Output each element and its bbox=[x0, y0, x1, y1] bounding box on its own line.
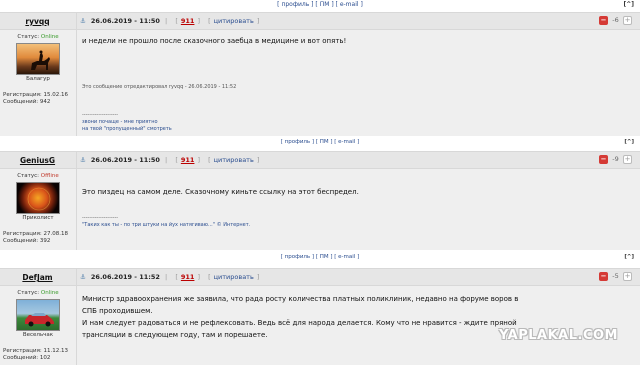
car-icon bbox=[25, 313, 54, 327]
post-rating: − -5 + bbox=[599, 272, 632, 283]
avatar[interactable] bbox=[16, 299, 60, 331]
signature-line: "Таких как ты - по три штуки на йух натя… bbox=[82, 222, 251, 228]
signature-divider: -------------------- bbox=[82, 215, 119, 221]
edit-note: Это сообщение отредактировал ryvqq - 26.… bbox=[82, 84, 237, 90]
vote-up-button[interactable]: + bbox=[623, 155, 632, 164]
horse-rider-icon bbox=[31, 50, 50, 70]
rating-value: -9 bbox=[612, 155, 619, 163]
post-footer-nav: [ профиль ] [ ПМ ] [ e-mail ] [^] bbox=[0, 252, 640, 263]
user-panel: Статус: Online Весельчак Регистрация: 11… bbox=[0, 290, 76, 362]
profile-link[interactable]: профиль bbox=[285, 254, 311, 260]
avatar[interactable] bbox=[16, 182, 60, 214]
post-text-line: трансляции в следующем году, там и пореш… bbox=[82, 331, 268, 339]
post-number[interactable]: 911 bbox=[181, 17, 195, 25]
user-status: Статус: Online bbox=[17, 290, 59, 296]
post-anchor-icon[interactable]: ⚓ bbox=[80, 156, 86, 164]
user-status: Статус: Online bbox=[17, 34, 59, 40]
profile-link[interactable]: профиль bbox=[285, 139, 311, 145]
post-rating: − -6 + bbox=[599, 16, 632, 27]
user-panel: Статус: Online Балагур Регистрация: 15.0… bbox=[0, 34, 76, 106]
user-stats: Регистрация: 27.08.18 Сообщений: 392 bbox=[3, 231, 68, 244]
signature-divider: -------------------- bbox=[82, 112, 119, 118]
post-number[interactable]: 911 bbox=[181, 273, 195, 281]
avatar[interactable] bbox=[16, 43, 60, 75]
post-meta: ⚓ 26.06.2019 - 11:50 | [911] [цитировать… bbox=[80, 156, 260, 164]
vote-down-button[interactable]: − bbox=[599, 155, 608, 164]
vote-down-button[interactable]: − bbox=[599, 272, 608, 281]
pm-link[interactable]: ПМ bbox=[320, 139, 329, 145]
pm-link[interactable]: ПМ bbox=[320, 254, 329, 260]
post-rating: − -9 + bbox=[599, 155, 632, 166]
post-text: и недели не прошло после сказочного заеб… bbox=[82, 37, 347, 45]
scroll-up-button[interactable]: [^] bbox=[624, 137, 634, 148]
post-date: 26.06.2019 - 11:50 bbox=[90, 17, 160, 25]
post-date: 26.06.2019 - 11:52 bbox=[90, 273, 160, 281]
planet-icon bbox=[27, 187, 51, 211]
user-stats: Регистрация: 11.12.13 Сообщений: 102 bbox=[3, 348, 68, 361]
site-watermark: YAPLAKAL.COM bbox=[499, 328, 618, 343]
quote-link[interactable]: цитировать bbox=[214, 273, 254, 281]
scroll-up-button[interactable]: [^] bbox=[624, 252, 634, 263]
rating-value: -6 bbox=[612, 16, 619, 24]
user-status: Статус: Offline bbox=[17, 173, 59, 179]
forum-post: ryvqq ⚓ 26.06.2019 - 11:50 | [911] [цити… bbox=[0, 12, 640, 136]
user-rank: Балагур bbox=[26, 76, 50, 82]
post-meta: ⚓ 26.06.2019 - 11:50 | [911] [цитировать… bbox=[80, 17, 260, 25]
post-footer-nav: [ профиль ] [ ПМ ] [ e-mail ] [^] bbox=[0, 137, 640, 148]
post-author[interactable]: DefJam bbox=[0, 269, 75, 286]
post-author[interactable]: ryvqq bbox=[0, 13, 75, 30]
post-text: Министр здравоохранения же заявила, что … bbox=[82, 293, 518, 341]
user-stats: Регистрация: 15.02.16 Сообщений: 942 bbox=[3, 92, 68, 105]
user-rank: Приколист bbox=[22, 215, 54, 221]
post-text-line: И нам следует радоваться и не рефлексова… bbox=[82, 319, 517, 327]
top-nav-bar: [ профиль ] [ ПМ ] [ e-mail ] [^] bbox=[0, 0, 640, 12]
post-number[interactable]: 911 bbox=[181, 156, 195, 164]
post-anchor-icon[interactable]: ⚓ bbox=[80, 17, 86, 25]
email-link[interactable]: e-mail bbox=[340, 1, 359, 8]
rating-value: -5 bbox=[612, 272, 619, 280]
post-author[interactable]: GeniusG bbox=[0, 152, 75, 169]
forum-post: GeniusG ⚓ 26.06.2019 - 11:50 | [911] [ци… bbox=[0, 151, 640, 250]
signature-line: на твой "пропущенный" смотреть bbox=[82, 126, 172, 132]
vote-down-button[interactable]: − bbox=[599, 16, 608, 25]
vote-up-button[interactable]: + bbox=[623, 272, 632, 281]
email-link[interactable]: e-mail bbox=[338, 254, 355, 260]
vote-up-button[interactable]: + bbox=[623, 16, 632, 25]
post-header: ryvqq ⚓ 26.06.2019 - 11:50 | [911] [цити… bbox=[0, 13, 640, 30]
forum-post: DefJam ⚓ 26.06.2019 - 11:52 | [911] [цит… bbox=[0, 268, 640, 365]
user-panel: Статус: Offline Приколист Регистрация: 2… bbox=[0, 173, 76, 245]
post-date: 26.06.2019 - 11:50 bbox=[90, 156, 160, 164]
quote-link[interactable]: цитировать bbox=[214, 156, 254, 164]
post-header: DefJam ⚓ 26.06.2019 - 11:52 | [911] [цит… bbox=[0, 269, 640, 286]
user-rank: Весельчак bbox=[22, 332, 54, 338]
post-text-line: Министр здравоохранения же заявила, что … bbox=[82, 295, 519, 303]
post-meta: ⚓ 26.06.2019 - 11:52 | [911] [цитировать… bbox=[80, 273, 260, 281]
scroll-up-button[interactable]: [^] bbox=[623, 0, 634, 10]
post-anchor-icon[interactable]: ⚓ bbox=[80, 273, 86, 281]
post-header: GeniusG ⚓ 26.06.2019 - 11:50 | [911] [ци… bbox=[0, 152, 640, 169]
profile-link[interactable]: профиль bbox=[281, 1, 309, 8]
signature-line: звони почаще - мне приятно bbox=[82, 119, 158, 125]
pm-link[interactable]: ПМ bbox=[320, 1, 330, 8]
quote-link[interactable]: цитировать bbox=[214, 17, 254, 25]
email-link[interactable]: e-mail bbox=[338, 139, 355, 145]
post-text: Это пиздец на самом деле. Сказочному кин… bbox=[82, 188, 359, 196]
post-text-line: СПБ проходившем. bbox=[82, 307, 153, 315]
